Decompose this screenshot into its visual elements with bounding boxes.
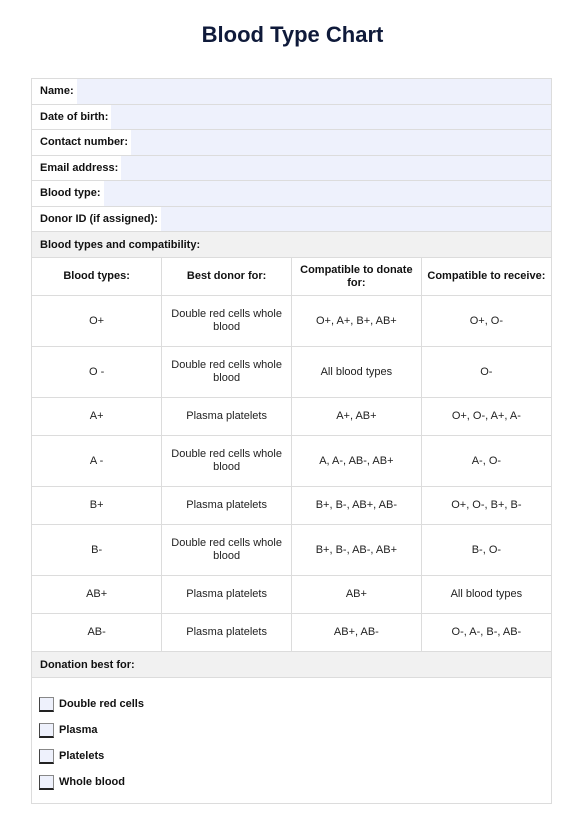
receive-from-cell: A-, O-: [421, 435, 551, 487]
blood-type-cell: O -: [32, 346, 163, 398]
best-donor-cell: Plasma platelets: [161, 575, 292, 614]
blood-type-cell: A -: [32, 435, 163, 487]
date-of-birth-label: Date of birth:: [32, 104, 112, 129]
donate-to-cell: All blood types: [291, 346, 422, 398]
table-row: O+ Double red cells whole blood O+, A+, …: [32, 295, 551, 347]
checkbox-double-red-cells[interactable]: Double red cells: [39, 691, 551, 717]
blood-type-cell: B-: [32, 524, 163, 576]
donate-to-cell: O+, A+, B+, AB+: [291, 295, 422, 347]
column-header-blood-types: Blood types:: [32, 258, 163, 296]
donate-to-cell: AB+: [291, 575, 422, 614]
receive-from-cell: O+, O-, B+, B-: [421, 486, 551, 525]
checkbox-icon[interactable]: [39, 774, 54, 790]
column-header-donate-for: Compatible to donate for:: [291, 258, 422, 296]
donate-to-cell: A+, AB+: [291, 397, 422, 436]
best-donor-cell: Double red cells whole blood: [161, 295, 292, 347]
email-address-input[interactable]: [121, 156, 551, 181]
table-header-row: Blood types: Best donor for: Compatible …: [32, 258, 551, 296]
donate-to-cell: B+, B-, AB+, AB-: [291, 486, 422, 525]
checkbox-label: Platelets: [59, 750, 105, 762]
date-of-birth-field[interactable]: Date of birth:: [32, 104, 551, 130]
page-title: Blood Type Chart: [201, 22, 384, 47]
form-container: Name: Date of birth: Contact number: Ema…: [31, 78, 552, 804]
column-header-best-donor-for: Best donor for:: [161, 258, 292, 296]
donor-id-label: Donor ID (if assigned):: [32, 206, 161, 231]
receive-from-cell: B-, O-: [421, 524, 551, 576]
best-donor-cell: Plasma platelets: [161, 397, 292, 436]
checkbox-icon[interactable]: [39, 748, 54, 764]
compatibility-section-header: Blood types and compatibility:: [32, 232, 551, 258]
table-row: AB- Plasma platelets AB+, AB- O-, A-, B-…: [32, 613, 551, 652]
receive-from-cell: All blood types: [421, 575, 551, 614]
checkbox-platelets[interactable]: Platelets: [39, 743, 551, 769]
blood-type-cell: A+: [32, 397, 163, 436]
name-field[interactable]: Name:: [32, 79, 551, 105]
checkbox-icon[interactable]: [39, 722, 54, 738]
blood-type-cell: B+: [32, 486, 163, 525]
checkbox-label: Whole blood: [59, 776, 125, 788]
blood-type-input[interactable]: [104, 181, 552, 206]
best-donor-cell: Plasma platelets: [161, 486, 292, 525]
email-address-field[interactable]: Email address:: [32, 155, 551, 181]
table-row: B- Double red cells whole blood B+, B-, …: [32, 524, 551, 576]
best-donor-cell: Double red cells whole blood: [161, 524, 292, 576]
receive-from-cell: O+, O-, A+, A-: [421, 397, 551, 436]
blood-type-cell: AB+: [32, 575, 163, 614]
best-donor-cell: Double red cells whole blood: [161, 435, 292, 487]
checkbox-label: Plasma: [59, 724, 98, 736]
best-donor-cell: Plasma platelets: [161, 613, 292, 652]
blood-type-label: Blood type:: [32, 181, 104, 206]
table-row: A+ Plasma platelets A+, AB+ O+, O-, A+, …: [32, 397, 551, 436]
table-row: O - Double red cells whole blood All blo…: [32, 346, 551, 398]
checkbox-icon[interactable]: [39, 696, 54, 712]
donate-to-cell: A, A-, AB-, AB+: [291, 435, 422, 487]
donor-id-field[interactable]: Donor ID (if assigned):: [32, 206, 551, 232]
donation-options: Double red cells Plasma Platelets Whole …: [32, 678, 551, 795]
checkbox-whole-blood[interactable]: Whole blood: [39, 769, 551, 795]
best-donor-cell: Double red cells whole blood: [161, 346, 292, 398]
contact-number-field[interactable]: Contact number:: [32, 130, 551, 156]
receive-from-cell: O-: [421, 346, 551, 398]
table-row: B+ Plasma platelets B+, B-, AB+, AB- O+,…: [32, 486, 551, 525]
email-address-label: Email address:: [32, 155, 122, 180]
donor-id-input[interactable]: [161, 207, 551, 232]
table-row: A - Double red cells whole blood A, A-, …: [32, 435, 551, 487]
donation-section-header: Donation best for:: [32, 652, 551, 678]
name-label: Name:: [32, 79, 77, 104]
blood-type-field[interactable]: Blood type:: [32, 181, 551, 207]
receive-from-cell: O+, O-: [421, 295, 551, 347]
contact-number-input[interactable]: [131, 130, 551, 155]
table-row: AB+ Plasma platelets AB+ All blood types: [32, 575, 551, 614]
name-input[interactable]: [77, 79, 551, 104]
blood-type-cell: O+: [32, 295, 163, 347]
compatibility-table: Blood types: Best donor for: Compatible …: [32, 258, 551, 652]
date-of-birth-input[interactable]: [111, 105, 551, 130]
contact-number-label: Contact number:: [32, 130, 131, 155]
blood-type-cell: AB-: [32, 613, 163, 652]
donate-to-cell: AB+, AB-: [291, 613, 422, 652]
column-header-receive: Compatible to receive:: [421, 258, 551, 296]
receive-from-cell: O-, A-, B-, AB-: [421, 613, 551, 652]
checkbox-plasma[interactable]: Plasma: [39, 717, 551, 743]
checkbox-label: Double red cells: [59, 698, 144, 710]
donate-to-cell: B+, B-, AB-, AB+: [291, 524, 422, 576]
